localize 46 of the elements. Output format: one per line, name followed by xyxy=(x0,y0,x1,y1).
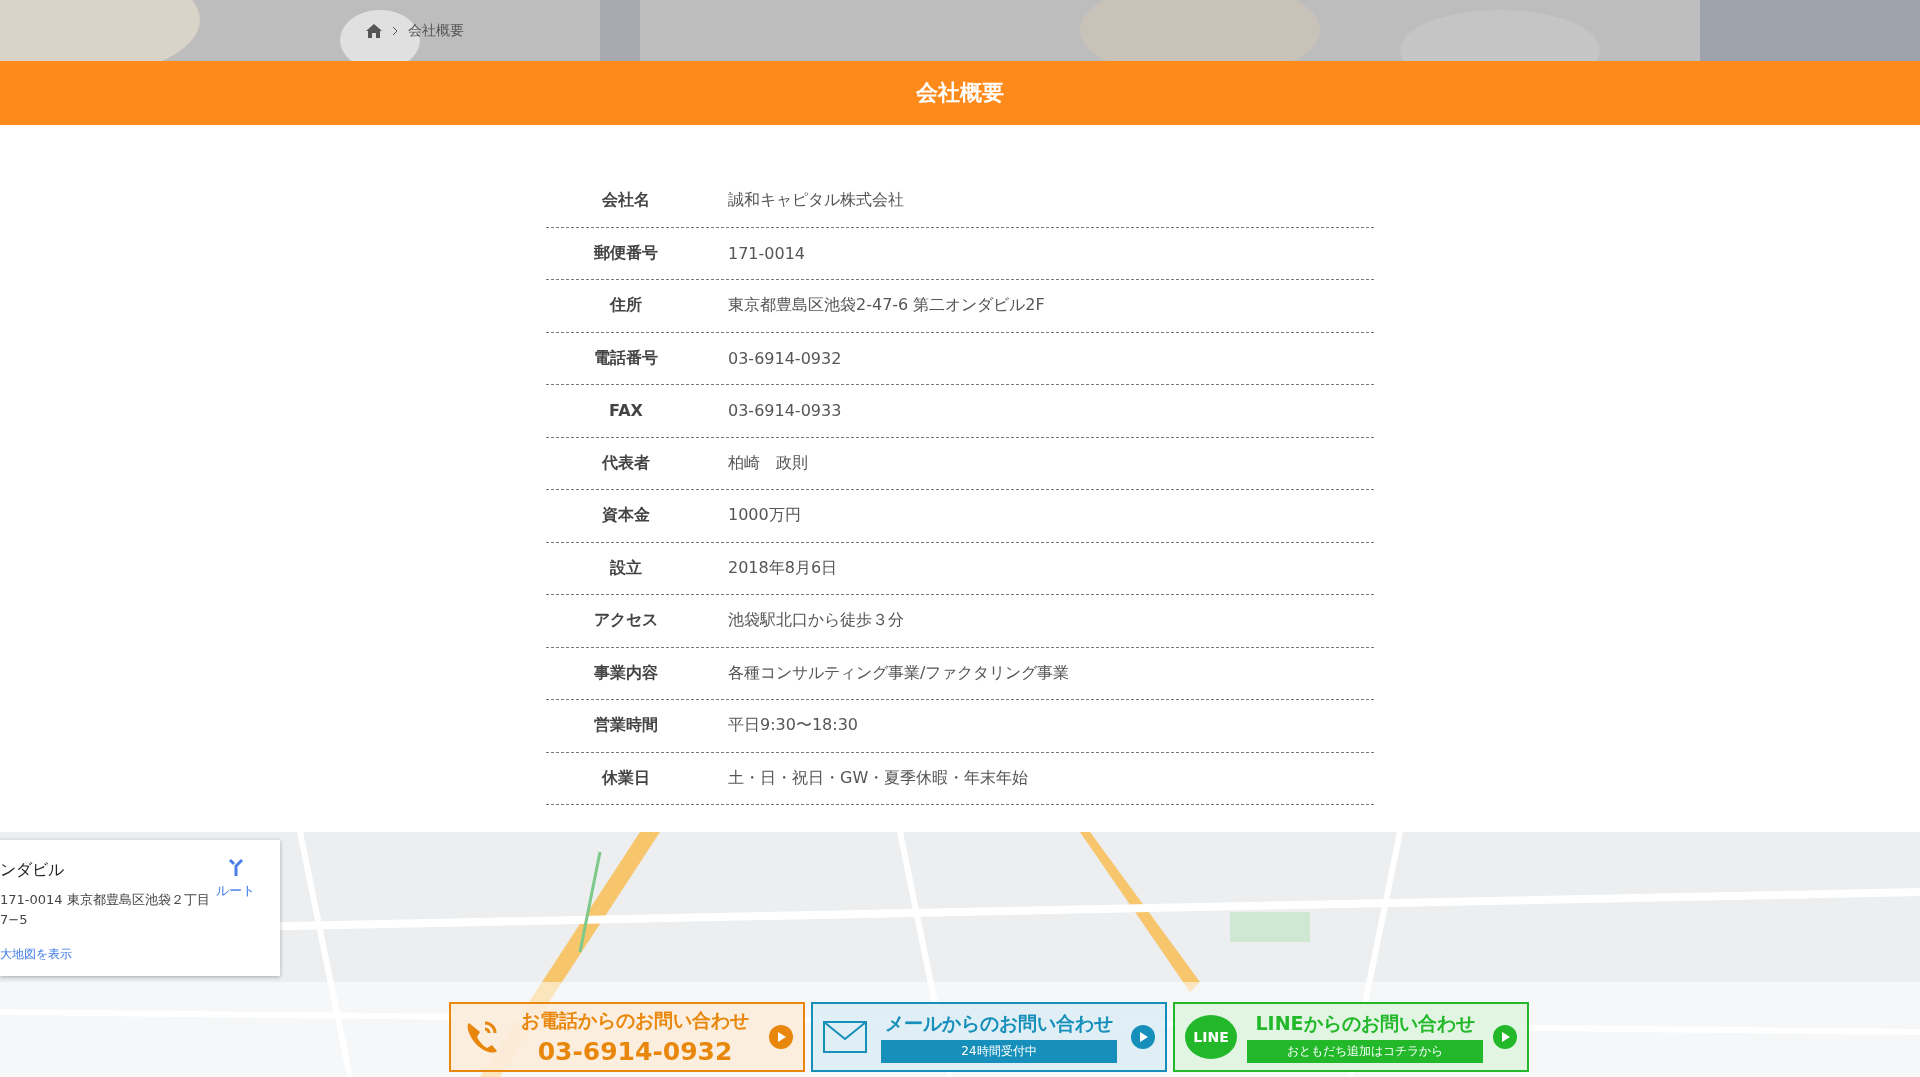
breadcrumb-current: 会社概要 xyxy=(408,21,464,40)
route-link[interactable]: ルート xyxy=(216,858,255,900)
contact-button[interactable]: お電話からのお問い合わせ 03-6914-0932 xyxy=(449,1002,805,1072)
row-value: 03-6914-0933 xyxy=(727,401,842,421)
button-subtitle: 24時間受付中 xyxy=(881,1040,1117,1063)
play-icon xyxy=(1493,1025,1517,1049)
row-label: 電話番号 xyxy=(593,347,659,369)
row-label: 郵便番号 xyxy=(593,242,659,264)
row-value: 03-6914-0932 xyxy=(727,348,842,368)
row-value: 平日9:30〜18:30 xyxy=(727,715,859,737)
contact-button[interactable]: LINE LINEからのお問い合わせ おともだち追加はコチラから xyxy=(1173,1002,1529,1072)
place-address: 171-0014 東京都豊島区池袋２丁目 7−5 xyxy=(0,891,210,929)
row-label: 会社名 xyxy=(601,190,651,212)
row-label: 営業時間 xyxy=(593,715,659,737)
play-icon xyxy=(769,1025,793,1049)
place-name: ンダビル xyxy=(0,860,64,881)
row-value: 2018年8月6日 xyxy=(727,557,838,579)
page-title: 会社概要 xyxy=(0,61,1920,125)
button-title: メールからのお問い合わせ xyxy=(885,1011,1113,1036)
row-label: 住所 xyxy=(608,295,643,317)
row-label: アクセス xyxy=(593,610,659,632)
row-label: 資本金 xyxy=(601,505,651,527)
row-value: 東京都豊島区池袋2-47-6 第二オンダビル2F xyxy=(727,295,1045,317)
phone-number: 03-6914-0932 xyxy=(537,1037,733,1066)
row-value: 柏崎 政則 xyxy=(727,452,808,474)
row-label: 設立 xyxy=(609,557,643,579)
envelope-icon xyxy=(823,1021,867,1053)
row-value: 土・日・祝日・GW・夏季休暇・年末年始 xyxy=(727,767,1029,789)
line-logo-icon: LINE xyxy=(1185,1015,1237,1059)
row-label: FAX xyxy=(608,401,644,421)
larger-map-link[interactable]: 大地図を表示 xyxy=(0,946,72,963)
button-title: お電話からのお問い合わせ xyxy=(521,1008,749,1033)
chevron-icon xyxy=(392,25,398,36)
row-label: 事業内容 xyxy=(593,662,659,684)
button-subtitle: おともだち追加はコチラから xyxy=(1247,1040,1483,1063)
button-title: LINEからのお問い合わせ xyxy=(1255,1011,1475,1036)
home-icon[interactable] xyxy=(366,23,382,38)
row-value: 171-0014 xyxy=(727,243,806,263)
row-label: 代表者 xyxy=(600,452,651,474)
row-label: 休業日 xyxy=(600,767,651,789)
row-value: 1000万円 xyxy=(727,505,801,527)
row-value: 誠和キャピタル株式会社 xyxy=(727,190,904,212)
row-value: 池袋駅北口から徒歩３分 xyxy=(727,610,904,632)
row-value: 各種コンサルティング事業/ファクタリング事業 xyxy=(727,662,1070,684)
play-icon xyxy=(1131,1025,1155,1049)
contact-button[interactable]: メールからのお問い合わせ 24時間受付中 xyxy=(811,1002,1167,1072)
